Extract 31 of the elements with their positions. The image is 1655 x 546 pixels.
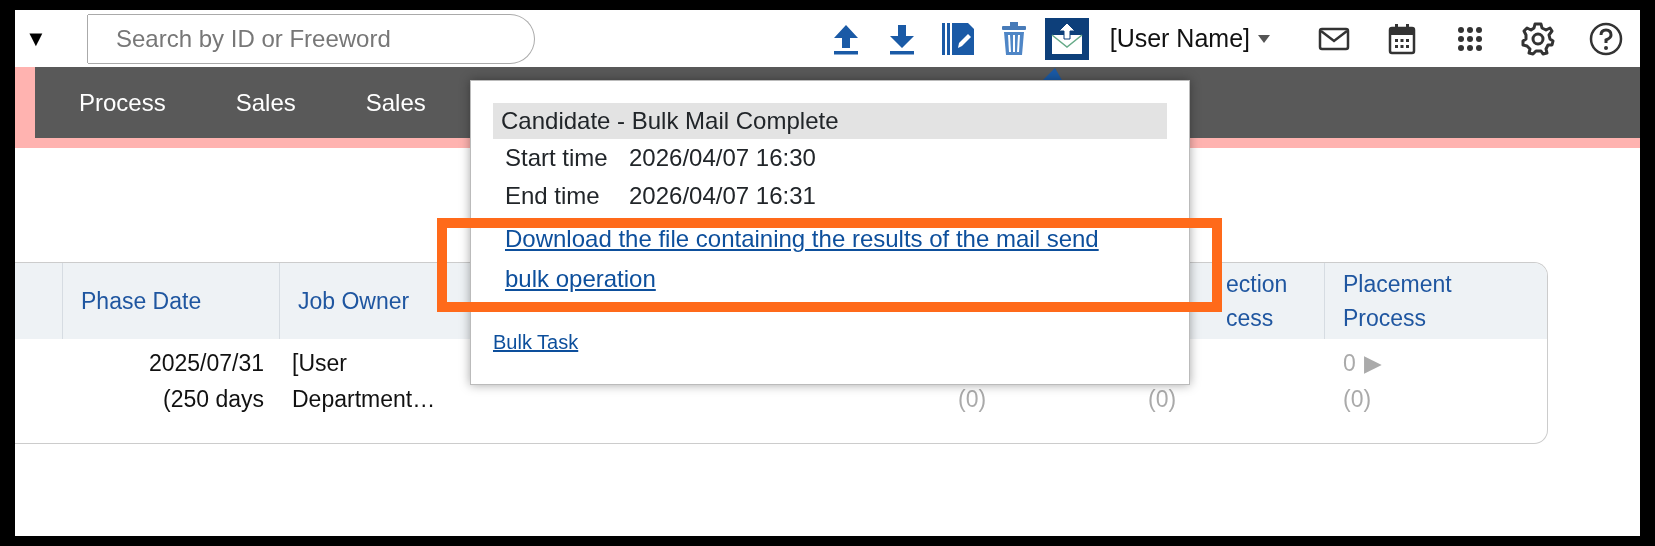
caret-icon bbox=[1258, 34, 1270, 43]
download-icon bbox=[887, 22, 916, 55]
user-menu[interactable]: [User Name] bbox=[1109, 19, 1270, 58]
mail-upload-button[interactable] bbox=[1044, 17, 1089, 60]
column-header[interactable]: Phase Date bbox=[81, 284, 202, 318]
table-cell-text: [User Department… bbox=[292, 349, 437, 414]
nav-link[interactable]: Sales bbox=[365, 84, 426, 121]
column-header[interactable]: ection cess bbox=[1226, 267, 1306, 335]
apps-grid-icon bbox=[1457, 25, 1483, 52]
help-icon bbox=[1589, 21, 1623, 56]
nav-link[interactable]: Process bbox=[79, 84, 166, 121]
column-header[interactable]: Placement Process bbox=[1343, 267, 1493, 335]
count-subtotal: (0) bbox=[1148, 385, 1178, 414]
detail-value: 2026/04/07 16:30 bbox=[629, 143, 816, 173]
download-link[interactable]: Download the file containing the results of the mail send bulk operation bbox=[493, 219, 1103, 299]
notebook-icon bbox=[939, 20, 976, 57]
detail-value: 2026/04/07 16:31 bbox=[629, 181, 816, 211]
nav-link[interactable]: Sales bbox=[235, 84, 296, 121]
column-header[interactable]: Job Owner bbox=[298, 284, 410, 318]
mail-icon bbox=[1318, 26, 1350, 51]
settings-icon bbox=[1521, 21, 1555, 56]
count-value: 0 bbox=[1343, 349, 1356, 378]
count-subtotal: (0) bbox=[958, 385, 988, 414]
detail-label: End time bbox=[505, 181, 601, 211]
calendar-icon bbox=[1388, 22, 1416, 55]
detail-label: Start time bbox=[505, 143, 609, 173]
count-subtotal: (0) bbox=[1343, 385, 1373, 414]
search-field[interactable]: Search by ID or Freeword bbox=[88, 13, 535, 64]
table-cell-text: 2025/07/31 (250 days bbox=[147, 349, 264, 414]
popup-title: Candidate - Bulk Mail Complete bbox=[493, 103, 1167, 139]
bulk-task-link[interactable]: Bulk Task bbox=[493, 327, 579, 357]
